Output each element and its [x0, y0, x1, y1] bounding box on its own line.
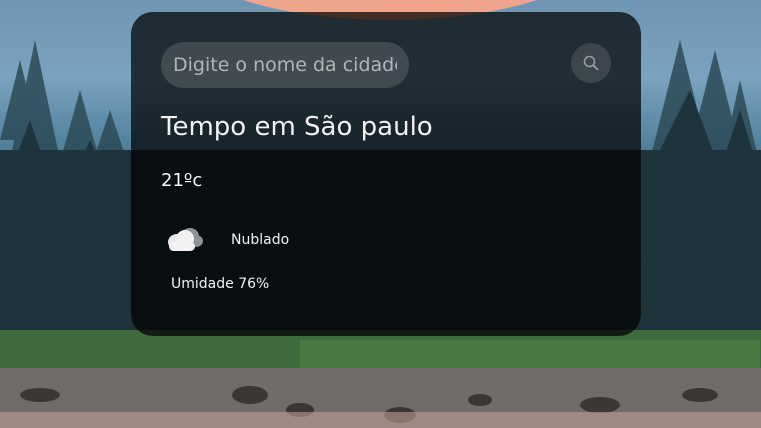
weather-condition: Nublado: [165, 222, 289, 258]
weather-card: Tempo em São paulo 21ºc Nublado Umidade …: [131, 12, 641, 336]
temperature-value: 21ºc: [161, 170, 203, 191]
city-search-input[interactable]: [161, 42, 409, 88]
cloudy-icon: [168, 228, 203, 251]
city-title: Tempo em São paulo: [161, 112, 433, 142]
search-button[interactable]: [571, 43, 611, 83]
humidity-value: Umidade 76%: [171, 276, 270, 292]
search-icon: [583, 55, 599, 71]
condition-label: Nublado: [231, 232, 290, 248]
